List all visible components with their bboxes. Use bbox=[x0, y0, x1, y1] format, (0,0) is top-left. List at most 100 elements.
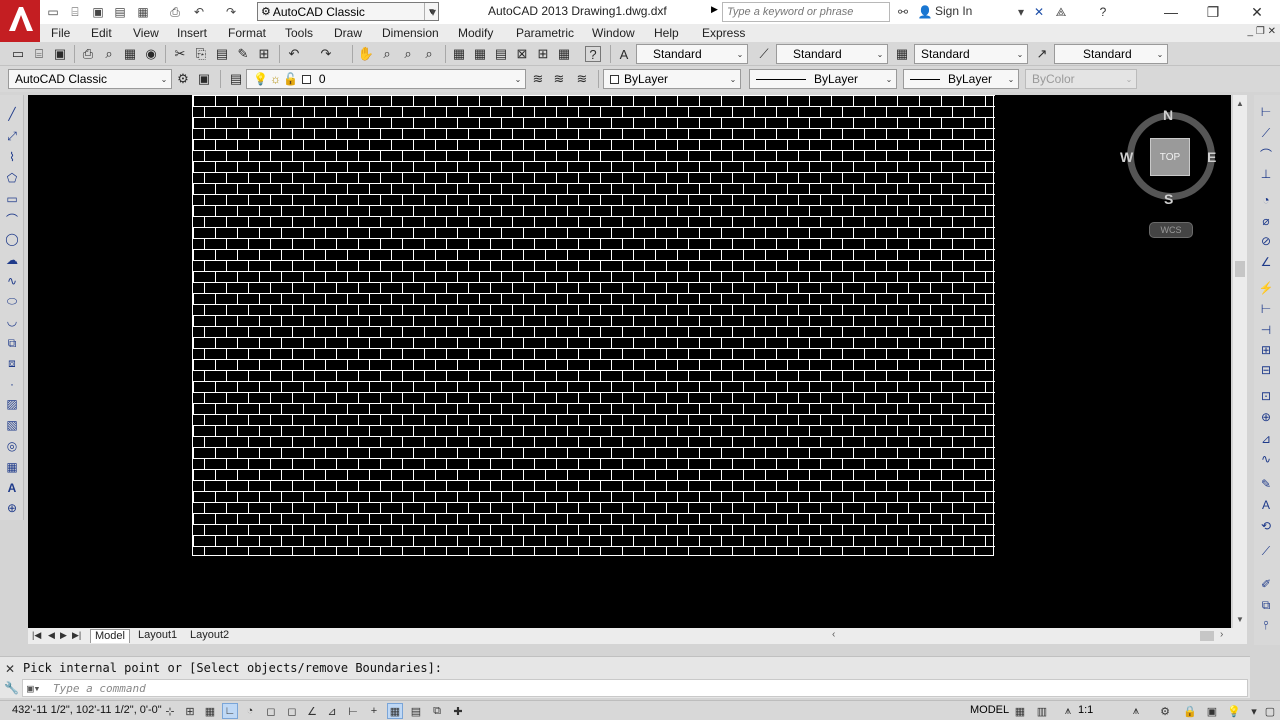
radius-dimension-icon[interactable]: ◔ bbox=[1257, 191, 1275, 209]
markup-icon[interactable]: ⊞ bbox=[535, 46, 551, 62]
last-tab-icon[interactable]: ▶| bbox=[72, 630, 81, 641]
autodesk-app-icon[interactable]: ⟁ bbox=[1052, 3, 1070, 21]
otrack-icon[interactable]: ∠ bbox=[304, 703, 320, 719]
transparency-icon[interactable]: ▦ bbox=[387, 703, 403, 719]
quick-view-layouts-icon[interactable]: ▦ bbox=[1012, 703, 1028, 719]
tool-palettes-icon[interactable]: ▤ bbox=[493, 46, 509, 62]
qnew-icon[interactable]: ▭ bbox=[10, 46, 26, 62]
workspace-switching-icon[interactable]: ⚙ bbox=[1157, 703, 1173, 719]
vertical-scroll-thumb[interactable] bbox=[1235, 261, 1245, 277]
menu-format[interactable]: Format bbox=[228, 26, 266, 40]
dim-style-icon[interactable]: ⟋ bbox=[756, 46, 772, 62]
spline-icon[interactable]: ∿ bbox=[3, 272, 21, 290]
dynamic-ucs-icon[interactable]: ⊿ bbox=[324, 703, 340, 719]
insert-block-icon[interactable]: ⧉ bbox=[3, 334, 21, 352]
save-icon[interactable]: ▣ bbox=[52, 46, 68, 62]
jogged-linear-icon[interactable]: ∿ bbox=[1257, 450, 1275, 468]
workspace-settings-icon[interactable]: ⚙ bbox=[175, 71, 191, 87]
layer-properties-icon[interactable]: ▤ bbox=[228, 71, 244, 87]
status-menu-icon[interactable]: ▾ bbox=[1246, 703, 1262, 719]
clean-screen-icon[interactable]: ▢ bbox=[1262, 703, 1278, 719]
undo-icon[interactable]: ↶ bbox=[190, 3, 208, 21]
circle-icon[interactable]: ◯ bbox=[3, 230, 21, 248]
table-style-dropdown[interactable]: Standard ⌄ bbox=[914, 44, 1028, 64]
dimension-break-icon[interactable]: ⊟ bbox=[1257, 361, 1275, 379]
ortho-mode-icon[interactable]: ∟ bbox=[222, 703, 238, 719]
menu-help[interactable]: Help bbox=[654, 26, 679, 40]
table-icon[interactable]: ▦ bbox=[3, 458, 21, 476]
hardware-acceleration-icon[interactable]: ▣ bbox=[1204, 703, 1220, 719]
annotation-scale-icon[interactable]: ⩚ bbox=[1060, 703, 1076, 719]
my-workspace-icon[interactable]: ▣ bbox=[196, 71, 212, 87]
quick-view-drawings-icon[interactable]: ▥ bbox=[1034, 703, 1050, 719]
zoom-window-icon[interactable]: ⌕ bbox=[400, 46, 416, 62]
app-menu-button[interactable] bbox=[0, 0, 40, 42]
redo-icon[interactable]: ↷ bbox=[222, 3, 240, 21]
quickcalc-icon[interactable]: ▦ bbox=[556, 46, 572, 62]
layer-state-icon[interactable]: ≋ bbox=[574, 71, 590, 87]
mirror-icon[interactable]: ⫯ bbox=[1257, 616, 1275, 634]
tolerance-icon[interactable]: ⊡ bbox=[1257, 387, 1275, 405]
menu-edit[interactable]: Edit bbox=[91, 26, 112, 40]
dimension-space-icon[interactable]: ⊞ bbox=[1257, 341, 1275, 359]
zoom-previous-icon[interactable]: ⌕ bbox=[421, 46, 437, 62]
horizontal-scrollbar[interactable]: ‹ › bbox=[826, 628, 1233, 644]
aligned-dimension-icon[interactable]: ⟋ bbox=[1257, 124, 1275, 142]
polar-tracking-icon[interactable]: ◔ bbox=[242, 703, 258, 719]
search-input[interactable]: Type a keyword or phrase bbox=[722, 2, 890, 22]
save-icon[interactable]: ▣ bbox=[89, 3, 107, 21]
next-tab-icon[interactable]: ▶ bbox=[60, 630, 67, 641]
publish-icon[interactable]: ▦ bbox=[122, 46, 138, 62]
ordinate-dimension-icon[interactable]: ⊥ bbox=[1257, 165, 1275, 183]
plot-icon[interactable]: ⎙ bbox=[80, 46, 96, 62]
jogged-dimension-icon[interactable]: ⌀ bbox=[1257, 212, 1275, 230]
sign-in-button[interactable]: Sign In bbox=[935, 4, 972, 18]
scroll-right-icon[interactable]: › bbox=[1220, 629, 1223, 640]
lineweight-toggle-icon[interactable]: + bbox=[366, 703, 382, 719]
menu-tools[interactable]: Tools bbox=[285, 26, 313, 40]
sheet-set-icon[interactable]: ⊠ bbox=[514, 46, 530, 62]
wrench-icon[interactable]: 🔧 bbox=[4, 681, 19, 695]
close-icon[interactable]: ✕ bbox=[5, 662, 15, 676]
brick-hatch-boundary[interactable] bbox=[192, 95, 995, 556]
expand-search-icon[interactable]: ▶ bbox=[711, 4, 718, 15]
snap-mode-icon[interactable]: ⊞ bbox=[182, 703, 198, 719]
menu-file[interactable]: File bbox=[51, 26, 70, 40]
text-style-icon[interactable]: A bbox=[616, 46, 632, 62]
erase-icon[interactable]: ✐ bbox=[1257, 575, 1275, 593]
block-editor-icon[interactable]: ⊞ bbox=[256, 46, 272, 62]
pan-icon[interactable]: ✋ bbox=[358, 46, 374, 62]
annotation-visibility-icon[interactable]: ⩚ bbox=[1128, 703, 1144, 719]
chevron-down-icon[interactable]: ▾ bbox=[1012, 3, 1030, 21]
inspection-icon[interactable]: ⊿ bbox=[1257, 430, 1275, 448]
multiline-text-icon[interactable]: A bbox=[3, 479, 21, 497]
paste-icon[interactable]: ▤ bbox=[214, 46, 230, 62]
open-icon[interactable]: ⌸ bbox=[31, 46, 47, 62]
compass-north[interactable]: N bbox=[1163, 107, 1173, 123]
help-icon[interactable]: ? bbox=[585, 46, 601, 62]
point-icon[interactable]: · bbox=[3, 375, 21, 393]
menu-express[interactable]: Express bbox=[702, 26, 745, 40]
region-icon[interactable]: ◎ bbox=[3, 437, 21, 455]
binoculars-icon[interactable]: ⚯ bbox=[894, 3, 912, 21]
selection-cycling-icon[interactable]: ⧉ bbox=[429, 703, 445, 719]
restore-button[interactable]: ❐ bbox=[1196, 2, 1230, 22]
open-file-icon[interactable]: ⌸ bbox=[66, 3, 84, 21]
compass-east[interactable]: E bbox=[1207, 149, 1216, 165]
dimension-edit-icon[interactable]: ✎ bbox=[1257, 475, 1275, 493]
linetype-dropdown[interactable]: ByLayer ⌄ bbox=[749, 69, 897, 89]
undo-icon[interactable]: ↶ bbox=[286, 46, 302, 62]
vertical-scrollbar[interactable]: ▲ ▼ bbox=[1233, 95, 1247, 628]
angular-dimension-icon[interactable]: ∠ bbox=[1257, 253, 1275, 271]
dim-style-dropdown[interactable]: Standard ⌄ bbox=[776, 44, 888, 64]
menu-modify[interactable]: Modify bbox=[458, 26, 493, 40]
polyline-icon[interactable]: ⌇ bbox=[3, 148, 21, 166]
plot-preview-icon[interactable]: ⌕ bbox=[101, 46, 117, 62]
rectangle-icon[interactable]: ▭ bbox=[3, 190, 21, 208]
workspace-select[interactable]: AutoCAD Classic ⌄ bbox=[8, 69, 172, 89]
mleader-style-icon[interactable]: ↗ bbox=[1034, 46, 1050, 62]
publish-icon[interactable]: ▦ bbox=[134, 3, 152, 21]
design-center-icon[interactable]: ▦ bbox=[472, 46, 488, 62]
line-icon[interactable]: ╱ bbox=[3, 105, 21, 123]
menu-draw[interactable]: Draw bbox=[334, 26, 362, 40]
